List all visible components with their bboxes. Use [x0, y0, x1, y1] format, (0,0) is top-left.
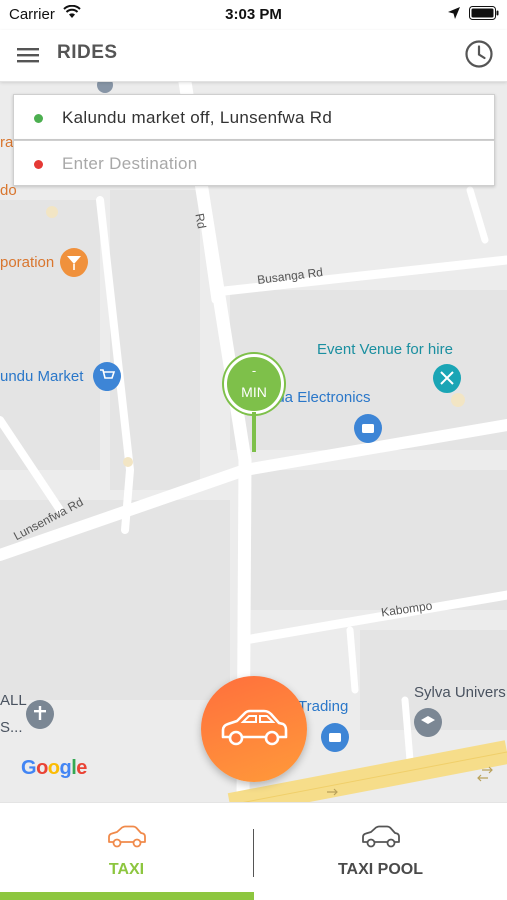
poi-label-sylva: Sylva Univers	[414, 684, 506, 701]
google-logo: Google	[21, 757, 87, 779]
eta-pin-stem	[252, 412, 256, 452]
destination-field[interactable]: Enter Destination	[13, 140, 495, 186]
car-outline-icon	[107, 825, 146, 848]
poi-label-kalundu-market: undu Market	[0, 368, 84, 385]
eta-pin[interactable]: - MIN	[224, 354, 284, 414]
tab-taxi-label: TAXI	[108, 861, 145, 878]
school-poi-icon	[414, 708, 442, 737]
car-outline-icon	[361, 825, 400, 848]
ride-type-tabs: TAXI TAXI POOL	[0, 802, 507, 900]
request-ride-button[interactable]	[201, 676, 307, 782]
car-icon	[221, 709, 288, 746]
eta-unit: MIN	[241, 384, 267, 400]
active-tab-indicator	[0, 892, 254, 900]
poi-label-corporation: poration	[0, 254, 55, 271]
destination-dot-icon	[34, 160, 43, 169]
church-poi-icon	[26, 700, 54, 729]
destination-placeholder: Enter Destination	[62, 154, 198, 173]
status-time: 3:03 PM	[225, 6, 282, 23]
tab-taxi-pool-label: TAXI POOL	[337, 861, 424, 878]
battery-icon	[469, 6, 499, 20]
pickup-field[interactable]: Kalundu market off, Lunsenfwa Rd	[13, 94, 495, 140]
pickup-address: Kalundu market off, Lunsenfwa Rd	[62, 108, 333, 127]
poi-label-all-1: ALL	[0, 692, 27, 709]
status-bar: Carrier 3:03 PM	[0, 0, 507, 30]
tab-taxi-pool[interactable]: TAXI POOL	[254, 803, 507, 900]
location-arrow-icon	[448, 7, 460, 19]
eta-value: -	[251, 363, 257, 378]
road-label-vertical: Rd	[192, 212, 209, 230]
tab-taxi[interactable]: TAXI	[0, 803, 253, 900]
app-header: RIDES	[0, 30, 507, 82]
poi-label-ra: ra	[0, 134, 14, 151]
pickup-dot-icon	[34, 114, 43, 123]
page-title: RIDES	[57, 42, 118, 63]
shopping-bag-poi-icon-2	[321, 723, 349, 752]
poi-label-event-venue: Event Venue for hire	[317, 341, 453, 358]
hamburger-menu-icon[interactable]	[16, 44, 42, 66]
poi-label-all-2: S...	[0, 719, 23, 736]
clock-icon[interactable]	[464, 39, 494, 69]
poi-label-trading: Trading	[298, 698, 349, 715]
